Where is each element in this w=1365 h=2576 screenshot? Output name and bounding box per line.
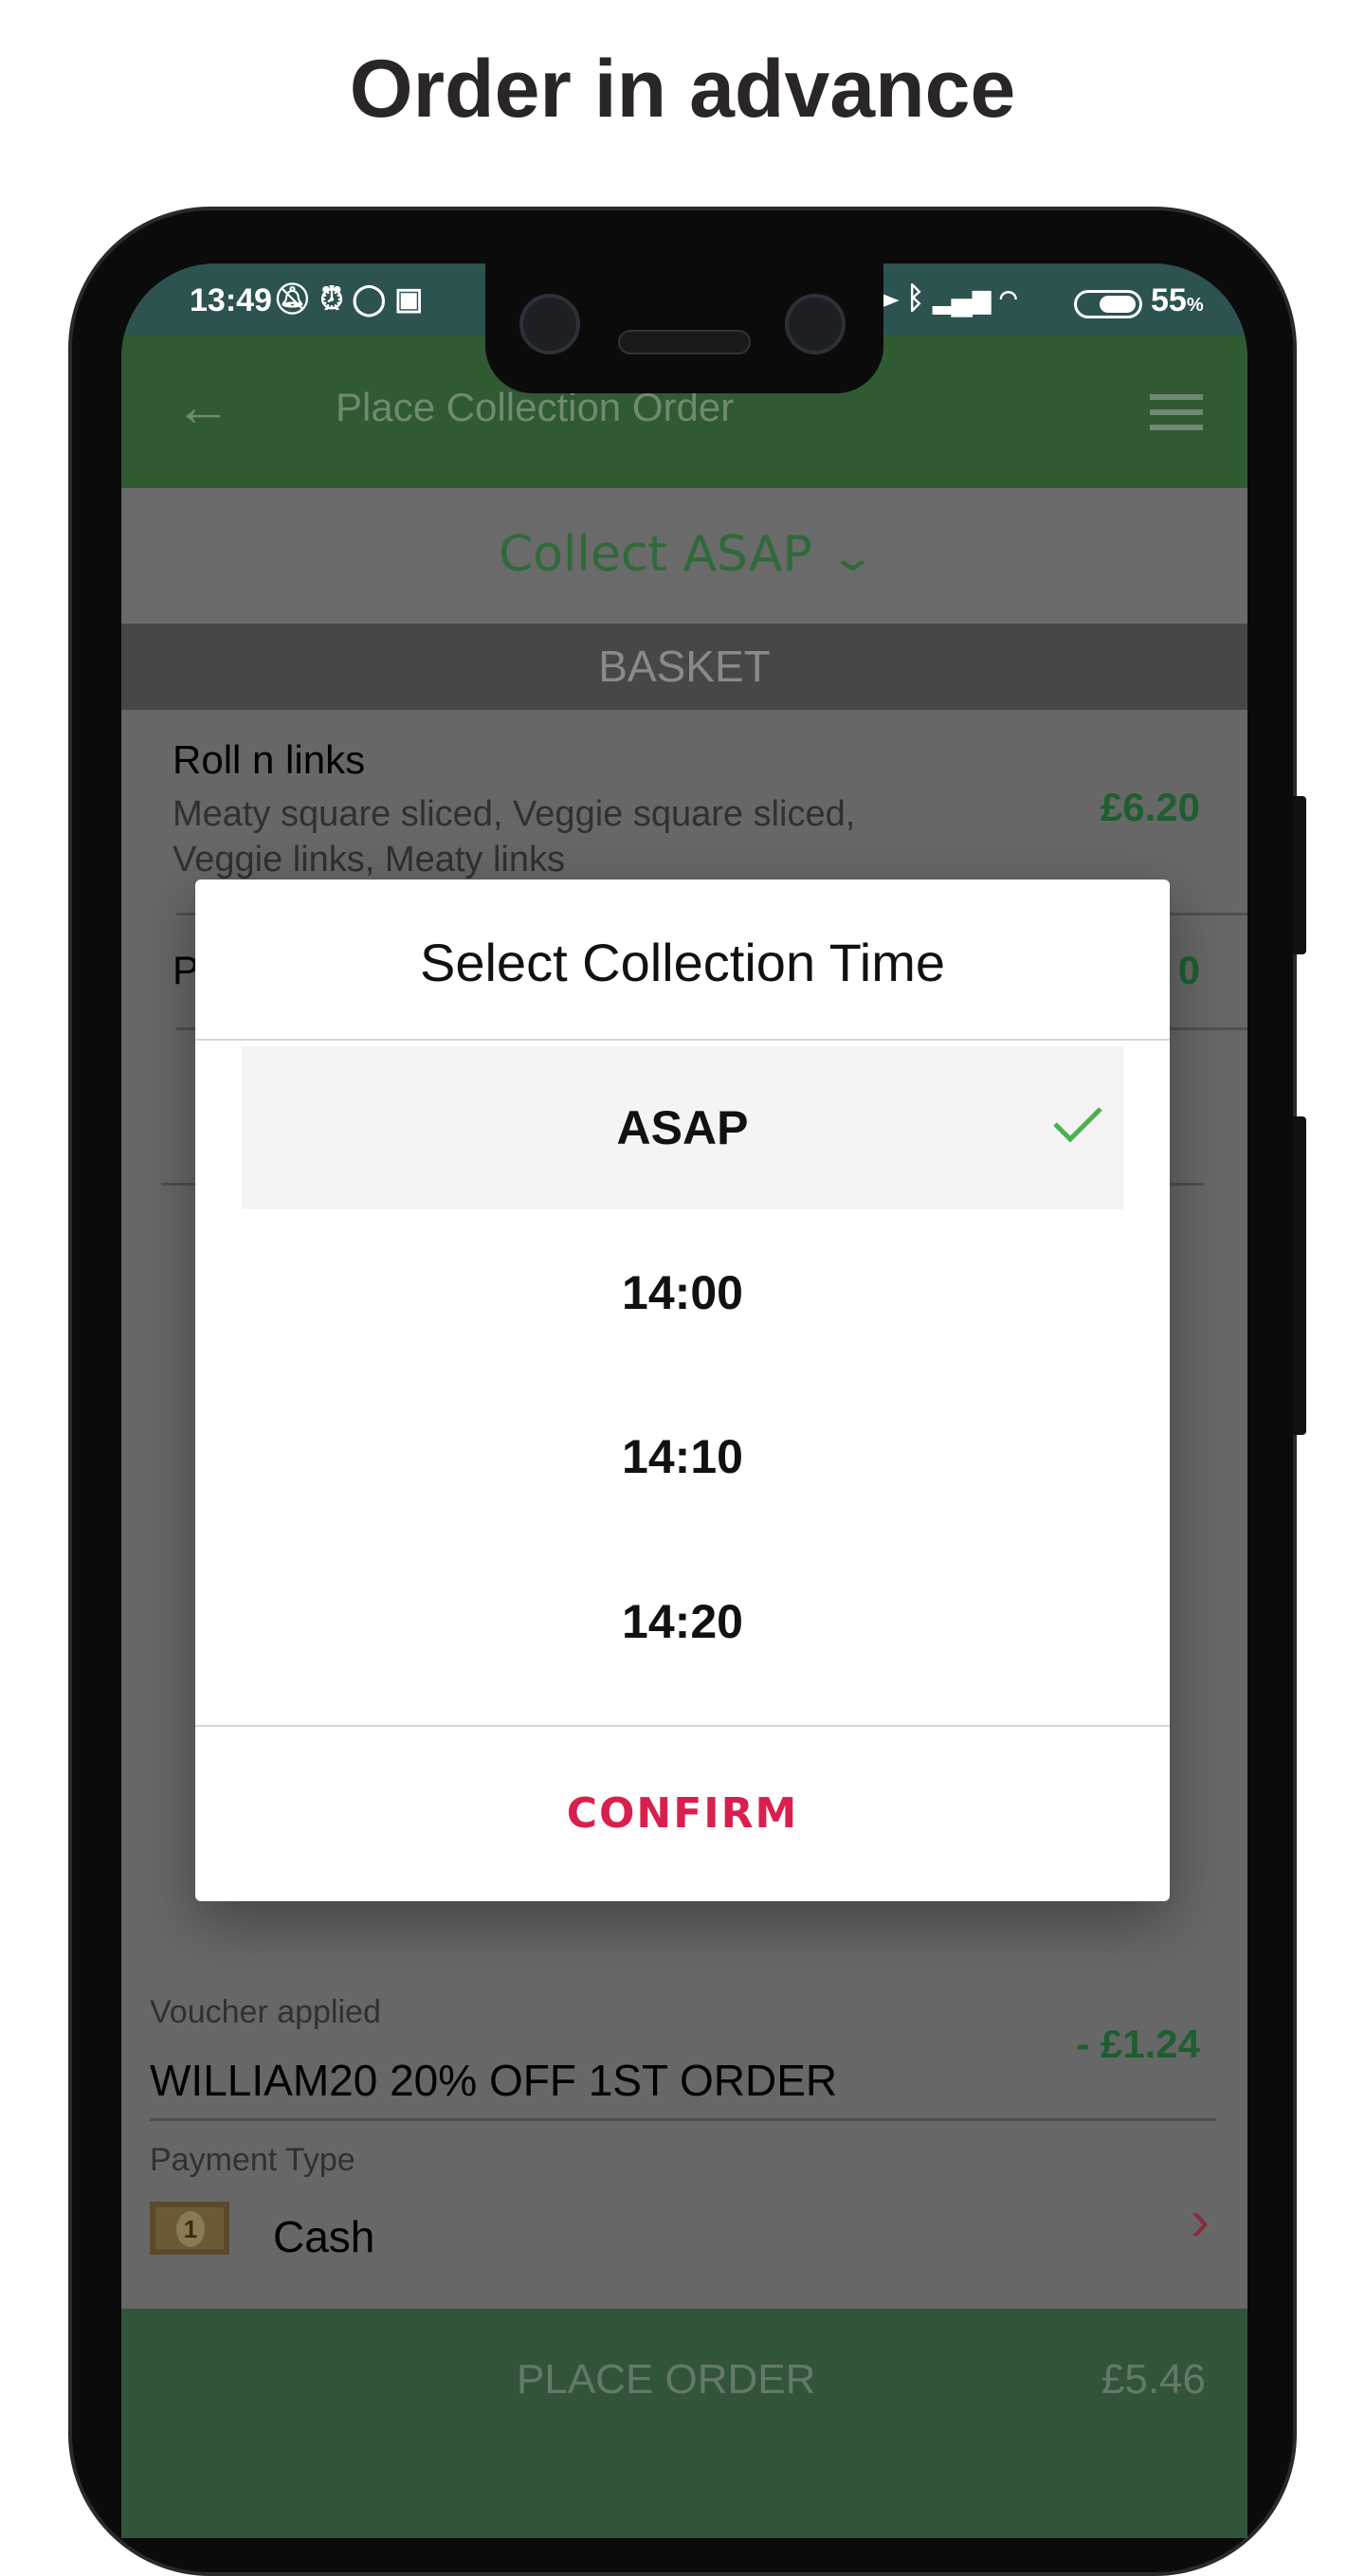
voucher-label: Voucher applied — [150, 1994, 381, 2030]
payment-label: Payment Type — [150, 2142, 355, 2178]
item-description: Veggie links, Meaty links — [173, 840, 565, 880]
camera-notch — [485, 263, 883, 393]
time-option-1410[interactable]: 14:10 — [242, 1375, 1123, 1538]
payment-type-selector[interactable]: Cash — [273, 2211, 374, 2262]
arrow-left-icon[interactable]: ← — [174, 373, 231, 439]
time-option-1420[interactable]: 14:20 — [242, 1540, 1123, 1703]
time-option-1400[interactable]: 14:00 — [242, 1211, 1123, 1374]
order-total: £5.46 — [1101, 2356, 1206, 2403]
chevron-right-icon[interactable]: › — [1191, 2187, 1210, 2253]
item-name: Roll n links — [173, 737, 366, 782]
status-time: 13:49 — [190, 282, 272, 318]
checkmark-icon — [1053, 1107, 1102, 1143]
basket-header: BASKET — [121, 624, 1247, 710]
option-label: ASAP — [616, 1101, 749, 1154]
collection-time-dialog: Select Collection Time ASAP 14:00 14:10 … — [195, 880, 1170, 1901]
dialog-title: Select Collection Time — [419, 933, 945, 992]
item-price: 0 — [1177, 948, 1200, 992]
collect-label: Collect ASAP — [498, 526, 812, 583]
camera-icon — [785, 294, 846, 354]
item-description: Meaty square sliced, Veggie square slice… — [173, 794, 856, 834]
place-order-label: PLACE ORDER — [517, 2356, 816, 2403]
voucher-amount: - £1.24 — [1076, 2022, 1200, 2066]
status-system-icons: ➤ ᛒ ▂▄▆ ◠ — [880, 281, 1018, 315]
headline: Order in advance — [349, 44, 1016, 135]
place-order-button[interactable]: PLACE ORDER £5.46 — [121, 2309, 1247, 2538]
collect-time-selector[interactable]: Collect ASAP ⌄ — [121, 488, 1247, 624]
item-price: £6.20 — [1100, 785, 1200, 829]
confirm-button[interactable]: CONFIRM — [195, 1727, 1170, 1901]
phone-power-button — [1293, 1116, 1306, 1435]
cash-note-icon: 1 — [150, 2202, 229, 2255]
hamburger-menu-icon[interactable] — [1150, 394, 1203, 430]
speaker-grille — [618, 330, 751, 354]
chevron-down-icon: ⌄ — [828, 534, 878, 580]
battery-icon — [1074, 290, 1142, 318]
time-option-asap[interactable]: ASAP — [242, 1046, 1123, 1209]
divider — [150, 2118, 1216, 2121]
status-notification-icons: 🔕︎ ⏰︎ ◯ ▣ — [273, 281, 424, 316]
divider — [195, 1039, 1170, 1041]
battery-level: 55% — [1151, 282, 1204, 318]
phone-volume-button — [1293, 796, 1306, 954]
camera-icon — [519, 294, 580, 354]
voucher-code: WILLIAM20 20% OFF 1ST ORDER — [150, 2056, 838, 2105]
app-screen: 13:49 🔕︎ ⏰︎ ◯ ▣ ➤ ᛒ ▂▄▆ ◠ 55% ← Place Co… — [121, 263, 1247, 2538]
